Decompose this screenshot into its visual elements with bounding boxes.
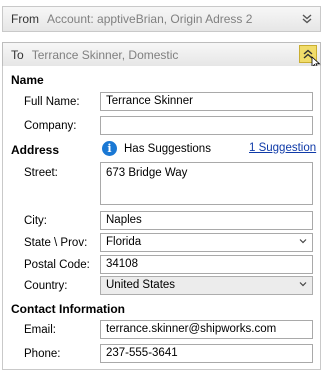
full-name-field[interactable]: Terrance Skinner <box>100 92 313 111</box>
street-field[interactable]: 673 Bridge Way <box>100 162 313 205</box>
city-field[interactable]: Naples <box>100 211 313 230</box>
country-select[interactable]: United States <box>100 276 313 295</box>
has-suggestions-text: Has Suggestions <box>124 143 211 155</box>
city-label: City: <box>24 215 47 227</box>
state-label: State \ Prov: <box>24 237 88 249</box>
company-label: Company: <box>24 120 77 132</box>
country-label: Country: <box>24 280 68 292</box>
from-label: From <box>11 12 39 26</box>
chevron-down-icon <box>299 236 307 248</box>
phone-label: Phone: <box>24 348 61 360</box>
company-field[interactable] <box>100 116 313 135</box>
phone-field[interactable]: 237-555-3641 <box>100 344 313 363</box>
address-section-title: Address <box>11 143 60 157</box>
street-label: Street: <box>24 167 58 179</box>
chevron-double-down-icon[interactable] <box>298 10 316 28</box>
from-section-header[interactable]: From Account: apptiveBrian, Origin Adres… <box>2 6 321 32</box>
postal-code-field[interactable]: 34108 <box>100 255 313 274</box>
state-selected-value: Florida <box>106 236 142 248</box>
to-summary: Terrance Skinner, Domestic <box>31 47 179 62</box>
chevron-down-icon <box>299 279 307 291</box>
to-section-header[interactable]: To Terrance Skinner, Domestic <box>2 42 321 67</box>
info-icon: i <box>102 141 117 156</box>
email-label: Email: <box>24 324 56 336</box>
full-name-label: Full Name: <box>24 96 80 108</box>
contact-section-title: Contact Information <box>11 302 125 316</box>
suggestion-link[interactable]: 1 Suggestion <box>249 142 316 154</box>
state-select[interactable]: Florida <box>100 233 313 252</box>
postal-code-label: Postal Code: <box>24 259 90 271</box>
country-selected-value: United States <box>106 279 176 291</box>
to-label: To <box>11 47 24 62</box>
from-summary: Account: apptiveBrian, Origin Adress 2 <box>47 12 253 26</box>
name-section-title: Name <box>11 73 44 87</box>
email-field[interactable]: terrance.skinner@shipworks.com <box>100 320 313 339</box>
